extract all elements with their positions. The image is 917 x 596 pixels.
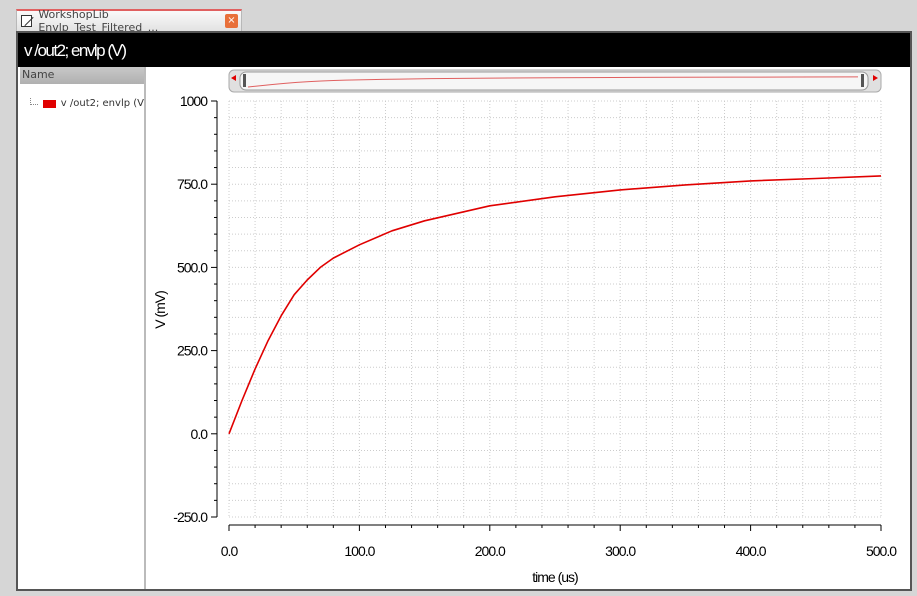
scroll-grip-left[interactable] (243, 74, 246, 87)
y-tick-label: 500.0 (177, 259, 208, 275)
y-tick-label: 0.0 (191, 426, 209, 442)
x-tick-label: 500.0 (866, 543, 897, 559)
x-tick-label: 400.0 (736, 543, 767, 559)
x-tick-label: 300.0 (605, 543, 636, 559)
x-tick-label: 0.0 (221, 543, 239, 559)
y-tick-label: 750.0 (177, 176, 208, 192)
y-tick-label: -250.0 (173, 509, 208, 525)
waveform-chart[interactable]: 0.0 100.0 200.0 300.0 400.0 500.0 1000 750.0 500… (0, 0, 917, 596)
y-tick-label: 250.0 (177, 343, 208, 359)
scrollbar-thumb[interactable] (239, 71, 869, 91)
y-tick-label: 1000 (180, 93, 208, 109)
x-tick-label: 100.0 (344, 543, 375, 559)
x-tick-label: 200.0 (475, 543, 506, 559)
trace-line[interactable] (228, 175, 882, 435)
y-axis-label: V (mV) (152, 291, 168, 329)
x-axis-label: time (us) (532, 569, 578, 585)
scroll-grip-right[interactable] (861, 74, 864, 87)
